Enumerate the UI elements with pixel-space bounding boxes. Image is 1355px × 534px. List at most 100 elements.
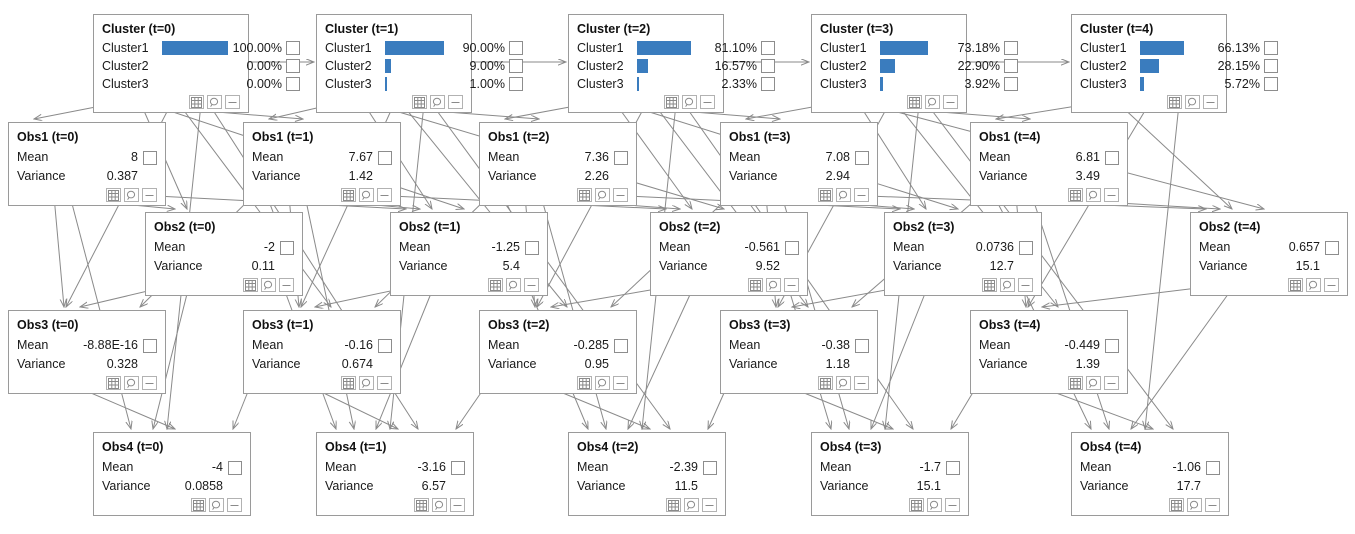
mean-checkbox[interactable] xyxy=(525,240,539,255)
minimize-icon[interactable] xyxy=(279,278,294,292)
magnifier-icon[interactable] xyxy=(682,95,697,109)
table-icon[interactable] xyxy=(191,498,206,512)
minimize-icon[interactable] xyxy=(784,278,799,292)
mean-checkbox[interactable] xyxy=(703,460,717,475)
table-icon[interactable] xyxy=(982,278,997,292)
magnifier-icon[interactable] xyxy=(836,376,851,390)
minimize-icon[interactable] xyxy=(1203,95,1218,109)
observation-node[interactable]: Obs1 (t=2) Mean 7.36 Variance 2.26 xyxy=(479,122,637,206)
table-icon[interactable] xyxy=(488,278,503,292)
minimize-icon[interactable] xyxy=(1104,188,1119,202)
magnifier-icon[interactable] xyxy=(836,188,851,202)
mean-checkbox[interactable] xyxy=(1105,338,1119,353)
cluster-node[interactable]: Cluster (t=0) Cluster1 100.00% Cluster2 0.00… xyxy=(93,14,300,113)
table-icon[interactable] xyxy=(243,278,258,292)
cluster-row-checkbox[interactable] xyxy=(1264,41,1278,55)
table-icon[interactable] xyxy=(818,188,833,202)
cluster-row-checkbox[interactable] xyxy=(509,77,523,91)
cluster-row-checkbox[interactable] xyxy=(286,77,300,91)
mean-checkbox[interactable] xyxy=(378,150,392,165)
table-icon[interactable] xyxy=(341,188,356,202)
table-icon[interactable] xyxy=(1167,95,1182,109)
observation-node[interactable]: Obs3 (t=2) Mean -0.285 Variance 0.95 xyxy=(479,310,637,394)
magnifier-icon[interactable] xyxy=(1306,278,1321,292)
mean-checkbox[interactable] xyxy=(143,338,157,353)
minimize-icon[interactable] xyxy=(377,188,392,202)
table-icon[interactable] xyxy=(106,188,121,202)
observation-node[interactable]: Obs2 (t=2) Mean -0.561 Variance 9.52 xyxy=(650,212,808,296)
mean-checkbox[interactable] xyxy=(1105,150,1119,165)
mean-checkbox[interactable] xyxy=(614,338,628,353)
observation-node[interactable]: Obs3 (t=0) Mean -8.88E-16 Variance 0.328 xyxy=(8,310,166,394)
table-icon[interactable] xyxy=(1068,188,1083,202)
table-icon[interactable] xyxy=(664,95,679,109)
observation-node[interactable]: Obs3 (t=4) Mean -0.449 Variance 1.39 xyxy=(970,310,1128,394)
cluster-row-checkbox[interactable] xyxy=(509,41,523,55)
observation-node[interactable]: Obs3 (t=1) Mean -0.16 Variance 0.674 xyxy=(243,310,401,394)
observation-node[interactable]: Obs1 (t=3) Mean 7.08 Variance 2.94 xyxy=(720,122,878,206)
observation-node[interactable]: Obs2 (t=4) Mean 0.657 Variance 15.1 xyxy=(1190,212,1348,296)
minimize-icon[interactable] xyxy=(943,95,958,109)
magnifier-icon[interactable] xyxy=(595,188,610,202)
cluster-row-checkbox[interactable] xyxy=(1004,77,1018,91)
magnifier-icon[interactable] xyxy=(359,376,374,390)
minimize-icon[interactable] xyxy=(227,498,242,512)
table-icon[interactable] xyxy=(577,376,592,390)
minimize-icon[interactable] xyxy=(377,376,392,390)
observation-node[interactable]: Obs3 (t=3) Mean -0.38 Variance 1.18 xyxy=(720,310,878,394)
mean-checkbox[interactable] xyxy=(280,240,294,255)
minimize-icon[interactable] xyxy=(1104,376,1119,390)
table-icon[interactable] xyxy=(412,95,427,109)
observation-node[interactable]: Obs2 (t=3) Mean 0.0736 Variance 12.7 xyxy=(884,212,1042,296)
table-icon[interactable] xyxy=(1169,498,1184,512)
table-icon[interactable] xyxy=(189,95,204,109)
magnifier-icon[interactable] xyxy=(1086,188,1101,202)
magnifier-icon[interactable] xyxy=(432,498,447,512)
minimize-icon[interactable] xyxy=(1205,498,1220,512)
table-icon[interactable] xyxy=(577,188,592,202)
magnifier-icon[interactable] xyxy=(925,95,940,109)
minimize-icon[interactable] xyxy=(1018,278,1033,292)
cluster-node[interactable]: Cluster (t=4) Cluster1 66.13% Cluster2 28.15… xyxy=(1071,14,1278,113)
magnifier-icon[interactable] xyxy=(1187,498,1202,512)
observation-node[interactable]: Obs1 (t=1) Mean 7.67 Variance 1.42 xyxy=(243,122,401,206)
minimize-icon[interactable] xyxy=(945,498,960,512)
magnifier-icon[interactable] xyxy=(1086,376,1101,390)
mean-checkbox[interactable] xyxy=(855,150,869,165)
cluster-node[interactable]: Cluster (t=3) Cluster1 73.18% Cluster2 22.90… xyxy=(811,14,1018,113)
mean-checkbox[interactable] xyxy=(785,240,799,255)
cluster-row-checkbox[interactable] xyxy=(286,59,300,73)
cluster-row-checkbox[interactable] xyxy=(761,59,775,73)
observation-node[interactable]: Obs1 (t=4) Mean 6.81 Variance 3.49 xyxy=(970,122,1128,206)
observation-node[interactable]: Obs4 (t=2) Mean -2.39 Variance 11.5 xyxy=(568,432,726,516)
minimize-icon[interactable] xyxy=(450,498,465,512)
magnifier-icon[interactable] xyxy=(927,498,942,512)
magnifier-icon[interactable] xyxy=(430,95,445,109)
observation-node[interactable]: Obs4 (t=1) Mean -3.16 Variance 6.57 xyxy=(316,432,474,516)
magnifier-icon[interactable] xyxy=(124,188,139,202)
magnifier-icon[interactable] xyxy=(506,278,521,292)
magnifier-icon[interactable] xyxy=(684,498,699,512)
minimize-icon[interactable] xyxy=(854,376,869,390)
cluster-row-checkbox[interactable] xyxy=(1264,77,1278,91)
minimize-icon[interactable] xyxy=(854,188,869,202)
minimize-icon[interactable] xyxy=(225,95,240,109)
table-icon[interactable] xyxy=(414,498,429,512)
minimize-icon[interactable] xyxy=(613,376,628,390)
minimize-icon[interactable] xyxy=(1324,278,1339,292)
table-icon[interactable] xyxy=(106,376,121,390)
mean-checkbox[interactable] xyxy=(451,460,465,475)
minimize-icon[interactable] xyxy=(700,95,715,109)
mean-checkbox[interactable] xyxy=(1206,460,1220,475)
mean-checkbox[interactable] xyxy=(946,460,960,475)
mean-checkbox[interactable] xyxy=(1325,240,1339,255)
magnifier-icon[interactable] xyxy=(766,278,781,292)
table-icon[interactable] xyxy=(748,278,763,292)
mean-checkbox[interactable] xyxy=(378,338,392,353)
magnifier-icon[interactable] xyxy=(1000,278,1015,292)
minimize-icon[interactable] xyxy=(142,188,157,202)
minimize-icon[interactable] xyxy=(613,188,628,202)
observation-node[interactable]: Obs1 (t=0) Mean 8 Variance 0.387 xyxy=(8,122,166,206)
magnifier-icon[interactable] xyxy=(261,278,276,292)
magnifier-icon[interactable] xyxy=(124,376,139,390)
